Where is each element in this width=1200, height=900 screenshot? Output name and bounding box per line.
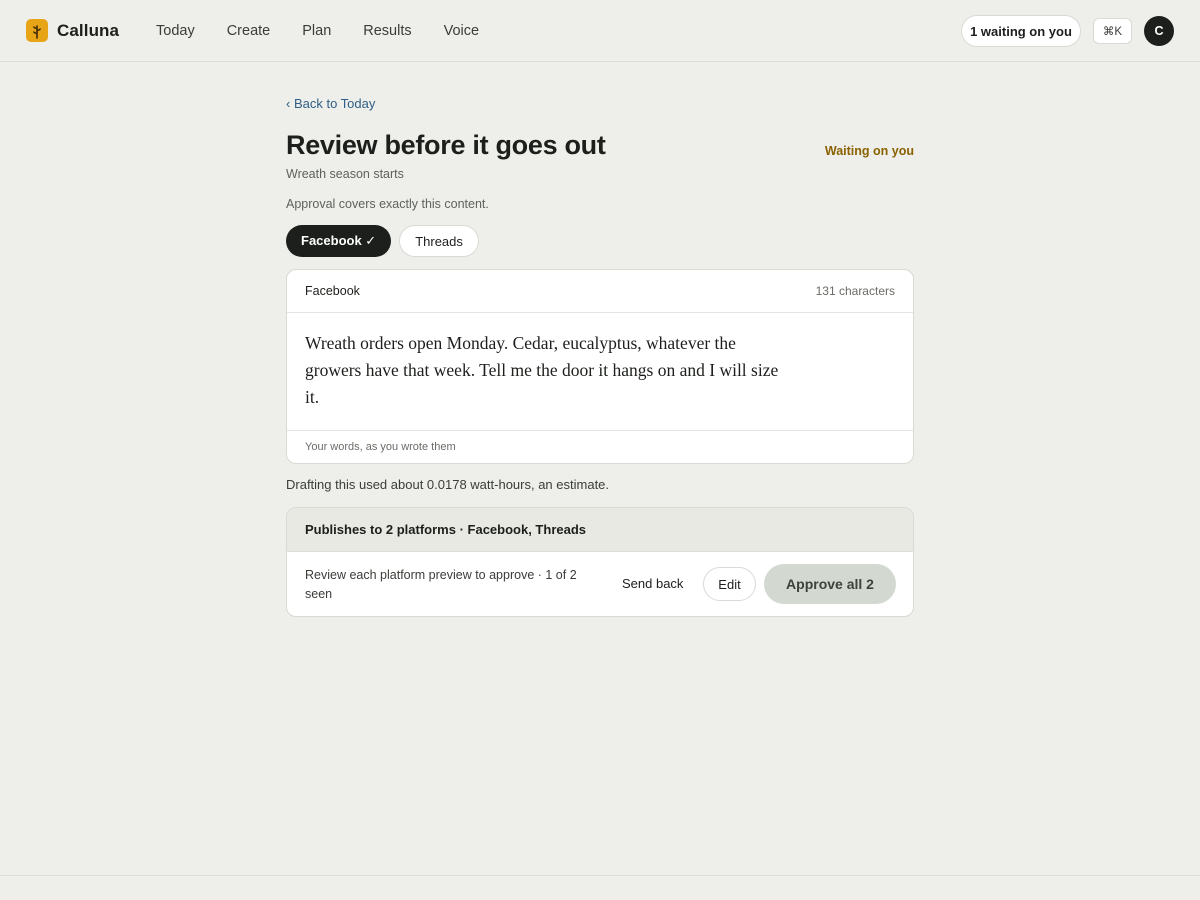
preview-footnote: Your words, as you wrote them [305, 441, 456, 453]
platform-tabs: Facebook ✓ Threads [286, 225, 479, 257]
publish-actions: Review each platform preview to approve … [287, 552, 913, 616]
nav-item-today[interactable]: Today [140, 0, 211, 62]
publish-header: Publishes to 2 platforms · Facebook, Thr… [287, 508, 913, 552]
sprig-icon [26, 19, 48, 42]
back-link[interactable]: ‹ Back to Today [286, 96, 375, 111]
nav-item-plan[interactable]: Plan [286, 0, 347, 62]
preview-body: Wreath orders open Monday. Cedar, eucaly… [287, 313, 913, 431]
preview-header: Facebook 131 characters [287, 270, 913, 313]
nav-item-results[interactable]: Results [347, 0, 427, 62]
preview-card: Facebook 131 characters Wreath orders op… [286, 269, 914, 464]
preview-footer: Your words, as you wrote them [287, 431, 913, 463]
status-badge: Waiting on you [824, 144, 914, 158]
edit-button[interactable]: Edit [703, 567, 756, 601]
command-palette-button[interactable]: ⌘K [1093, 18, 1132, 44]
approve-all-button[interactable]: Approve all 2 [764, 564, 896, 604]
brand[interactable]: Calluna [26, 19, 119, 42]
nav-item-create[interactable]: Create [211, 0, 287, 62]
page-subtitle: Wreath season starts [286, 167, 404, 181]
waiting-button[interactable]: 1 waiting on you [961, 15, 1081, 47]
preview-platform: Facebook [305, 284, 360, 298]
tab-facebook[interactable]: Facebook ✓ [286, 225, 392, 257]
approval-note: Approval covers exactly this content. [286, 197, 489, 211]
publish-card: Publishes to 2 platforms · Facebook, Thr… [286, 507, 914, 617]
brand-name: Calluna [57, 20, 120, 40]
top-bar: Calluna Today Create Plan Results Voice … [0, 0, 1200, 62]
energy-note: Drafting this used about 0.0178 watt-hou… [286, 477, 610, 492]
post-text: Wreath orders open Monday. Cedar, eucaly… [305, 333, 779, 407]
review-progress: Review each platform preview to approve … [305, 568, 577, 601]
page-title: Review before it goes out [286, 130, 606, 160]
nav-item-voice[interactable]: Voice [428, 0, 495, 62]
tab-threads[interactable]: Threads [399, 225, 479, 257]
main-nav: Today Create Plan Results Voice [140, 0, 495, 62]
character-count: 131 characters [815, 284, 895, 298]
send-back-button[interactable]: Send back [622, 576, 683, 591]
bottom-divider [0, 875, 1200, 876]
avatar[interactable]: C [1144, 16, 1174, 46]
